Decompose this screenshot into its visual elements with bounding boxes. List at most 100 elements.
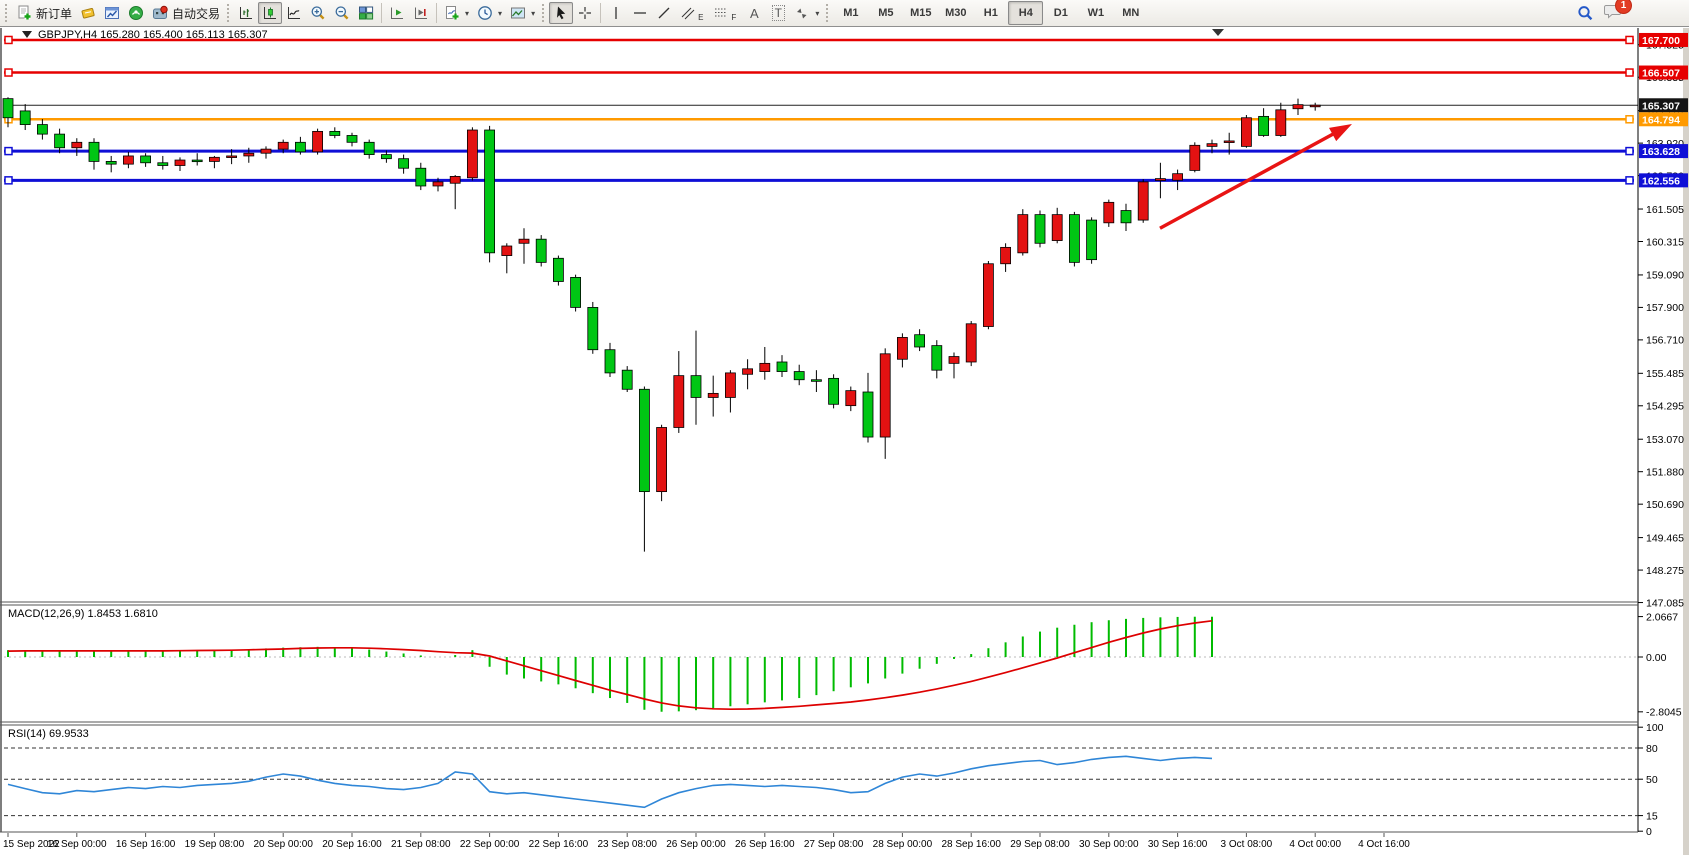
periods-button[interactable]: ▾ (473, 2, 506, 24)
date-axis-label: 30 Sep 16:00 (1148, 839, 1208, 850)
cursor-tool-button[interactable] (549, 2, 573, 24)
candle-body (72, 142, 82, 147)
arrows-tool-button[interactable]: ▾ (790, 2, 823, 24)
price-badge-label: 165.307 (1642, 100, 1680, 112)
toolbar-grip[interactable] (227, 4, 229, 22)
macd-axis-tick-label: -2.8045 (1646, 707, 1682, 719)
candle-body (55, 134, 65, 148)
candle-body (261, 149, 271, 153)
vertical-line-icon (608, 5, 624, 21)
rsi-axis-tick-label: 50 (1646, 774, 1658, 786)
timeframe-button-W1[interactable]: W1 (1078, 1, 1113, 25)
charts-window-icon (104, 5, 120, 21)
price-axis-tick-label: 148.275 (1646, 565, 1684, 577)
search-icon[interactable] (1577, 5, 1594, 22)
candle-body (123, 156, 133, 164)
trendline-icon (656, 5, 672, 21)
channel-tool-button[interactable]: E (676, 2, 709, 24)
candle-body (175, 160, 185, 165)
auto-scroll-button[interactable] (385, 2, 409, 24)
quotes-button[interactable] (76, 2, 100, 24)
timeframe-button-H4[interactable]: H4 (1008, 1, 1043, 25)
bar-chart-button[interactable] (234, 2, 258, 24)
toolbar: 新订单 自动交易 ▾ ▾ (0, 0, 1689, 27)
price-axis-tick-label: 150.690 (1646, 499, 1684, 511)
candlestick-chart-button[interactable] (258, 2, 282, 24)
hline-handle[interactable] (5, 177, 12, 184)
date-axis-label: 28 Sep 00:00 (873, 839, 933, 850)
hline-handle[interactable] (1626, 177, 1633, 184)
toolbar-grip[interactable] (5, 4, 7, 22)
hline-handle[interactable] (1626, 116, 1633, 123)
timeframe-button-D1[interactable]: D1 (1043, 1, 1078, 25)
line-chart-button[interactable] (282, 2, 306, 24)
trend-arrow-head[interactable] (1329, 124, 1352, 141)
notification-badge: 1 (1615, 0, 1632, 14)
hline-handle[interactable] (5, 69, 12, 76)
object-anchor-icon (22, 31, 32, 38)
candle-body (846, 391, 856, 406)
rsi-axis-tick-label: 15 (1646, 810, 1658, 822)
toolbar-grip[interactable] (542, 4, 544, 22)
text-tool-button[interactable]: A (742, 2, 766, 24)
clock-icon (477, 5, 493, 21)
timeframe-button-MN[interactable]: MN (1113, 1, 1148, 25)
toolbar-grip[interactable] (826, 4, 828, 22)
price-axis-tick-label: 157.900 (1646, 302, 1684, 314)
zoom-out-button[interactable] (330, 2, 354, 24)
price-axis-tick-label: 159.090 (1646, 270, 1684, 282)
chart-shift-button[interactable] (409, 2, 433, 24)
timeframe-button-M1[interactable]: M1 (833, 1, 868, 25)
autotrade-button[interactable]: 自动交易 (148, 2, 224, 24)
candle-body (949, 357, 959, 364)
timeframe-button-M15[interactable]: M15 (903, 1, 938, 25)
horizontal-line-tool-button[interactable] (628, 2, 652, 24)
templates-button[interactable]: ▾ (506, 2, 539, 24)
tile-windows-button[interactable] (354, 2, 378, 24)
candle-body (1121, 211, 1131, 223)
timeframe-button-H1[interactable]: H1 (973, 1, 1008, 25)
date-axis-label: 26 Sep 16:00 (735, 839, 795, 850)
zoom-in-button[interactable] (306, 2, 330, 24)
community-button[interactable] (124, 2, 148, 24)
hline-handle[interactable] (1626, 69, 1633, 76)
date-axis-label: 16 Sep 16:00 (116, 839, 176, 850)
charts-window-button[interactable] (100, 2, 124, 24)
new-order-icon (16, 5, 32, 21)
indicators-button[interactable]: ▾ (440, 2, 473, 24)
text-label-tool-button[interactable]: T (766, 2, 790, 24)
fibonacci-tool-button[interactable]: F (709, 2, 742, 24)
channel-icon (680, 5, 696, 21)
timeframe-button-M5[interactable]: M5 (868, 1, 903, 25)
chart-canvas[interactable]: 167.525166.335165.110163.920162.730161.5… (0, 0, 1689, 855)
chevron-down-icon: ▾ (465, 9, 469, 18)
candle-body (450, 176, 460, 183)
chart-shift-marker-icon[interactable] (1212, 29, 1224, 36)
timeframe-button-M30[interactable]: M30 (938, 1, 973, 25)
candle-body (1052, 215, 1062, 241)
price-axis-tick-label: 147.085 (1646, 597, 1684, 609)
date-axis-label: 27 Sep 08:00 (804, 839, 864, 850)
macd-axis-tick-label: 0.00 (1646, 652, 1667, 664)
chat-button[interactable]: 1 (1604, 2, 1623, 24)
candle-body (1190, 145, 1200, 170)
candle-body (1259, 116, 1269, 135)
new-order-button[interactable]: 新订单 (12, 2, 76, 24)
hline-handle[interactable] (1626, 36, 1633, 43)
trendline-tool-button[interactable] (652, 2, 676, 24)
hline-handle[interactable] (5, 36, 12, 43)
vertical-line-tool-button[interactable] (604, 2, 628, 24)
candle-body (1155, 179, 1165, 181)
candle-body (571, 277, 581, 307)
crosshair-tool-button[interactable] (573, 2, 597, 24)
hline-handle[interactable] (5, 148, 12, 155)
hline-handle[interactable] (1626, 148, 1633, 155)
horizontal-line-icon (632, 5, 648, 21)
candle-body (639, 389, 649, 491)
crosshair-icon (577, 5, 593, 21)
fibonacci-icon (713, 5, 729, 21)
candle-body (915, 335, 925, 347)
autotrade-label: 自动交易 (172, 5, 220, 22)
date-axis-label: 23 Sep 08:00 (597, 839, 657, 850)
price-axis-tick-label: 155.485 (1646, 368, 1684, 380)
